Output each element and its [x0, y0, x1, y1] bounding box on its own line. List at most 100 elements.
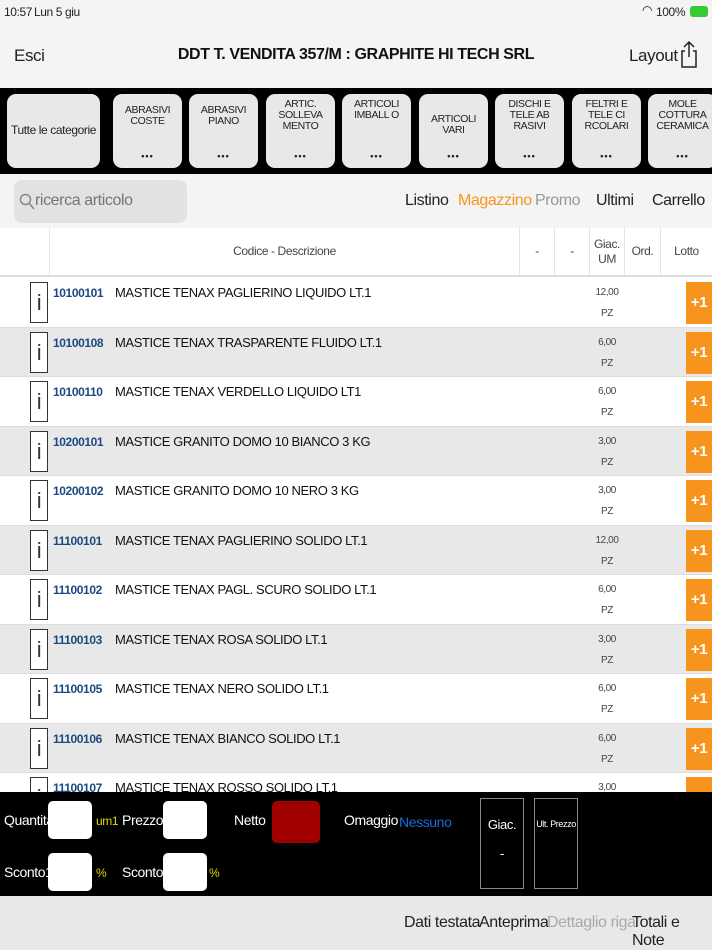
table-row[interactable]: i 11100107 MASTICE TENAX ROSSO SOLIDO LT…	[0, 773, 712, 792]
category-item[interactable]: ABRASIVI COSTE •••	[113, 94, 182, 168]
article-code[interactable]: 11100102	[53, 583, 102, 597]
add-one-button[interactable]: +1	[686, 331, 712, 374]
info-button[interactable]: i	[30, 727, 48, 769]
header-data-button[interactable]: Dati testata	[404, 914, 481, 932]
table-row[interactable]: i 10200102 MASTICE GRANITO DOMO 10 NERO …	[0, 476, 712, 526]
article-description: MASTICE TENAX ROSA SOLIDO LT.1	[115, 631, 328, 647]
article-code[interactable]: 10100108	[53, 336, 104, 350]
info-button[interactable]: i	[30, 480, 48, 521]
info-button[interactable]: i	[30, 777, 48, 792]
stock-um: PZ	[601, 308, 613, 319]
search-field[interactable]	[14, 180, 187, 223]
add-one-button[interactable]: +1	[686, 579, 712, 621]
category-item[interactable]: MOLE COTTURA CERAMICA •••	[648, 94, 712, 168]
stock-qty: 6,00	[598, 732, 616, 744]
category-label: ARTICOLI IMBALL O	[353, 98, 400, 121]
stock-um: PZ	[601, 704, 613, 715]
totals-notes-button[interactable]: Totali e Note	[632, 914, 712, 950]
category-label: ARTICOLI VARI	[430, 113, 477, 136]
article-code[interactable]: 11100105	[53, 682, 102, 696]
article-code[interactable]: 11100106	[53, 732, 102, 746]
tab-magazzino[interactable]: Magazzino	[458, 192, 532, 210]
status-time: 10:57	[4, 5, 33, 19]
info-button[interactable]: i	[30, 579, 48, 620]
gift-select[interactable]: Nessuno	[399, 814, 452, 830]
unit-label[interactable]: um1	[96, 814, 119, 828]
article-code[interactable]: 10200102	[53, 484, 104, 498]
tab-ultimi[interactable]: Ultimi	[596, 192, 634, 210]
article-code[interactable]: 10200101	[53, 435, 104, 449]
info-button[interactable]: i	[30, 529, 48, 571]
article-code[interactable]: 10100101	[53, 286, 104, 300]
quantity-input[interactable]	[48, 801, 92, 839]
category-item[interactable]: ARTIC. SOLLEVA MENTO •••	[266, 94, 335, 168]
add-one-button[interactable]: +1	[686, 282, 712, 324]
more-icon: •••	[447, 151, 460, 161]
status-date: Lun 5 giu	[34, 5, 80, 19]
header-giac: Giac. UM	[589, 228, 624, 275]
category-label: ABRASIVI COSTE	[124, 104, 171, 127]
table-row[interactable]: i 11100105 MASTICE TENAX NERO SOLIDO LT.…	[0, 674, 712, 724]
info-button[interactable]: i	[30, 430, 48, 472]
stock-qty: 3,00	[598, 485, 616, 496]
layout-button[interactable]: Layout	[629, 46, 678, 66]
stock-um: PZ	[601, 605, 613, 616]
add-one-button[interactable]: +1	[686, 777, 712, 792]
stock-label: Giac.	[487, 817, 517, 832]
add-one-button[interactable]: +1	[686, 529, 712, 572]
category-all[interactable]: Tutte le categorie	[7, 94, 100, 168]
table-row[interactable]: i 11100106 MASTICE TENAX BIANCO SOLIDO L…	[0, 723, 712, 773]
table-row[interactable]: i 11100102 MASTICE TENAX PAGL. SCURO SOL…	[0, 575, 712, 625]
info-button[interactable]: i	[30, 381, 48, 422]
tab-carrello[interactable]: Carrello	[652, 192, 705, 210]
category-item[interactable]: ABRASIVI PIANO •••	[189, 94, 258, 168]
more-icon: •••	[676, 151, 689, 161]
tab-promo[interactable]: Promo	[535, 192, 581, 210]
table-row[interactable]: i 10200101 MASTICE GRANITO DOMO 10 BIANC…	[0, 426, 712, 476]
info-button[interactable]: i	[30, 678, 48, 719]
article-code[interactable]: 11100107	[53, 781, 102, 792]
search-input[interactable]	[35, 190, 183, 212]
info-button[interactable]: i	[30, 628, 48, 670]
add-one-button[interactable]: +1	[686, 678, 712, 720]
add-one-button[interactable]: +1	[686, 727, 712, 770]
line-detail-button[interactable]: Dettaglio riga	[547, 914, 636, 932]
more-icon: •••	[600, 151, 613, 161]
article-code[interactable]: 10100110	[53, 385, 103, 399]
gift-label: Omaggio	[344, 812, 399, 828]
category-item[interactable]: ARTICOLI IMBALL O •••	[342, 94, 411, 168]
percent-label: %	[96, 866, 107, 880]
stock-qty: 3,00	[598, 782, 616, 792]
category-item[interactable]: ARTICOLI VARI •••	[419, 94, 488, 168]
price-input[interactable]	[163, 801, 207, 839]
article-code[interactable]: 11100103	[53, 633, 102, 647]
preview-button[interactable]: Anteprima	[479, 914, 549, 932]
share-icon[interactable]	[681, 40, 697, 68]
add-one-button[interactable]: +1	[686, 480, 712, 522]
stock-um: PZ	[601, 654, 613, 666]
battery-percent: 100%	[656, 5, 686, 19]
table-row[interactable]: i 11100101 MASTICE TENAX PAGLIERINO SOLI…	[0, 525, 712, 575]
table-row[interactable]: i 10100101 MASTICE TENAX PAGLIERINO LIQU…	[0, 278, 712, 328]
more-icon: •••	[523, 151, 536, 161]
article-code[interactable]: 11100101	[53, 534, 102, 548]
discount1-input[interactable]	[48, 853, 92, 891]
add-one-button[interactable]: +1	[686, 628, 712, 671]
category-item[interactable]: DISCHI E TELE AB RASIVI •••	[495, 94, 564, 168]
table-row[interactable]: i 10100110 MASTICE TENAX VERDELLO LIQUID…	[0, 377, 712, 427]
add-one-button[interactable]: +1	[686, 430, 712, 473]
table-row[interactable]: i 11100103 MASTICE TENAX ROSA SOLIDO LT.…	[0, 624, 712, 674]
info-button[interactable]: i	[30, 282, 48, 323]
percent-label: %	[209, 866, 220, 880]
add-one-button[interactable]: +1	[686, 381, 712, 423]
more-icon: •••	[370, 151, 383, 161]
table-row[interactable]: i 10100108 MASTICE TENAX TRASPARENTE FLU…	[0, 327, 712, 377]
category-item[interactable]: FELTRI E TELE CI RCOLARI •••	[572, 94, 641, 168]
category-label: FELTRI E TELE CI RCOLARI	[584, 98, 629, 132]
tab-listino[interactable]: Listino	[405, 192, 449, 210]
stock-um: PZ	[601, 357, 613, 369]
info-button[interactable]: i	[30, 331, 48, 373]
stock-um: PZ	[601, 555, 613, 567]
discount2-input[interactable]	[163, 853, 207, 891]
article-list[interactable]: i 10100101 MASTICE TENAX PAGLIERINO LIQU…	[0, 278, 712, 792]
